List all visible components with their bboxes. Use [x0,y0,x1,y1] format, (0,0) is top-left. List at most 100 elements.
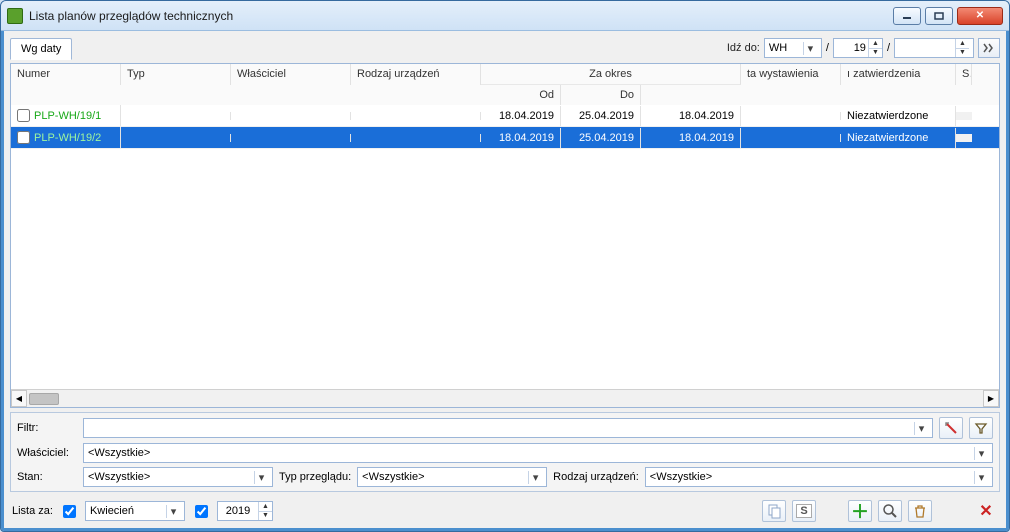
plus-icon: ＋ [851,498,869,524]
filter-combo[interactable]: ▾ [83,418,933,438]
app-window: Lista planów przeglądów technicznych ✕ W… [0,0,1010,532]
spinner-up-icon[interactable]: ▲ [259,502,272,512]
cell-approved [741,112,841,120]
goto-label: Idź do: [727,42,760,54]
state-label: Stan: [17,471,77,483]
cell-type [121,134,231,142]
col-header-owner[interactable]: Właściciel [231,64,351,85]
cell-type [121,112,231,120]
col-header-from[interactable]: Od [481,85,561,105]
state-value: <Wszystkie> [88,471,150,483]
goto-symbol-value: WH [769,42,787,54]
spinner-down-icon[interactable]: ▼ [259,512,272,521]
maximize-button[interactable] [925,7,953,25]
plans-grid: Numer Typ Właściciel Rodzaj urządzeń Za … [10,63,1000,408]
goto-symbol-combo[interactable]: WH ▾ [764,38,822,58]
list-month-checkbox[interactable] [63,505,76,518]
scroll-thumb[interactable] [29,393,59,405]
chevron-down-icon: ▾ [528,471,542,484]
cell-owner [231,134,351,142]
cell-kind [351,134,481,142]
goto-slash-2: / [887,42,890,54]
cell-number[interactable]: PLP-WH/19/2 [11,127,121,148]
review-type-combo[interactable]: <Wszystkie> ▾ [357,467,547,487]
cell-to: 25.04.2019 [561,106,641,126]
goto-run-button[interactable] [978,38,1000,58]
chevron-down-icon: ▾ [974,471,988,484]
device-kind-combo[interactable]: <Wszystkie> ▾ [645,467,993,487]
status-s-button[interactable]: S [792,500,816,522]
cell-state: Niezatwierdzone [841,128,956,148]
year-input[interactable] [218,502,258,520]
preview-button[interactable] [878,500,902,522]
goto-slash-1: / [826,42,829,54]
col-header-issued[interactable]: ta wystawienia [741,64,841,85]
grid-body[interactable]: PLP-WH/19/1 18.04.2019 25.04.2019 18.04.… [11,105,999,389]
spinner-down-icon[interactable]: ▼ [956,49,969,58]
owner-combo[interactable]: <Wszystkie> ▾ [83,443,993,463]
cell-issued: 18.04.2019 [641,128,741,148]
cell-issued: 18.04.2019 [641,106,741,126]
magnifier-icon [882,503,898,519]
month-value: Kwiecień [90,505,134,517]
state-combo[interactable]: <Wszystkie> ▾ [83,467,273,487]
owner-label: Właściciel: [17,447,77,459]
add-button[interactable]: ＋ [848,500,872,522]
filter-builder-button[interactable] [969,417,993,439]
device-kind-label: Rodzaj urządzeń: [553,471,639,483]
scroll-left-icon[interactable]: ◀ [11,390,27,407]
goto-number-spinner[interactable]: ▲▼ [833,38,883,58]
col-header-approved[interactable]: ı zatwierdzenia [841,64,956,85]
trash-icon [912,503,928,519]
col-header-period-group[interactable]: Za okres [481,64,741,85]
chevron-down-icon: ▾ [803,42,817,55]
col-header-to[interactable]: Do [561,85,641,105]
device-kind-value: <Wszystkie> [650,471,712,483]
clear-filter-button[interactable] [939,417,963,439]
col-header-type[interactable]: Typ [121,64,231,85]
row-checkbox[interactable] [17,131,30,144]
copy-button[interactable] [762,500,786,522]
table-row[interactable]: PLP-WH/19/2 18.04.2019 25.04.2019 18.04.… [11,127,999,149]
goto-number-input[interactable] [834,39,868,57]
review-type-label: Typ przeglądu: [279,471,351,483]
spinner-down-icon[interactable]: ▼ [869,49,882,58]
chevron-down-icon: ▾ [974,447,988,460]
tab-by-date[interactable]: Wg daty [10,38,72,60]
month-combo[interactable]: Kwiecień ▾ [85,501,185,521]
close-button[interactable]: ✕ [957,7,1003,25]
spinner-up-icon[interactable]: ▲ [956,39,969,49]
delete-button[interactable] [908,500,932,522]
row-number-label: PLP-WH/19/2 [34,132,101,144]
table-row[interactable]: PLP-WH/19/1 18.04.2019 25.04.2019 18.04.… [11,105,999,127]
cell-to: 25.04.2019 [561,128,641,148]
row-number-label: PLP-WH/19/1 [34,110,101,122]
cell-number[interactable]: PLP-WH/19/1 [11,105,121,126]
letter-s-icon: S [796,504,811,518]
scroll-right-icon[interactable]: ▶ [983,390,999,407]
app-icon [7,8,23,24]
content-area: Wg daty Idź do: WH ▾ / ▲▼ / ▲▼ [4,31,1006,528]
goto-year-input[interactable] [895,39,955,57]
close-window-button[interactable]: ✕ [974,500,998,522]
goto-year-spinner[interactable]: ▲▼ [894,38,974,58]
minimize-button[interactable] [893,7,921,25]
bottom-toolbar: Lista za: Kwiecień ▾ ▲▼ S ＋ [10,496,1000,522]
cell-from: 18.04.2019 [481,128,561,148]
col-header-number[interactable]: Numer [11,64,121,85]
col-header-device-kind[interactable]: Rodzaj urządzeń [351,64,481,85]
cell-approved [741,134,841,142]
filter-panel: Filtr: ▾ Właściciel: <Wszystkie> ▾ [10,412,1000,492]
year-spinner[interactable]: ▲▼ [217,501,273,521]
col-header-state[interactable]: Stan [956,64,972,85]
row-checkbox[interactable] [17,109,30,122]
spinner-up-icon[interactable]: ▲ [869,39,882,49]
titlebar[interactable]: Lista planów przeglądów technicznych ✕ [1,1,1009,31]
horizontal-scrollbar[interactable]: ◀ ▶ [11,389,999,407]
filter-label: Filtr: [17,422,77,434]
chevron-down-icon: ▾ [254,471,268,484]
cell-from: 18.04.2019 [481,106,561,126]
list-year-checkbox[interactable] [195,505,208,518]
close-red-icon: ✕ [979,501,992,521]
cell-owner [231,112,351,120]
